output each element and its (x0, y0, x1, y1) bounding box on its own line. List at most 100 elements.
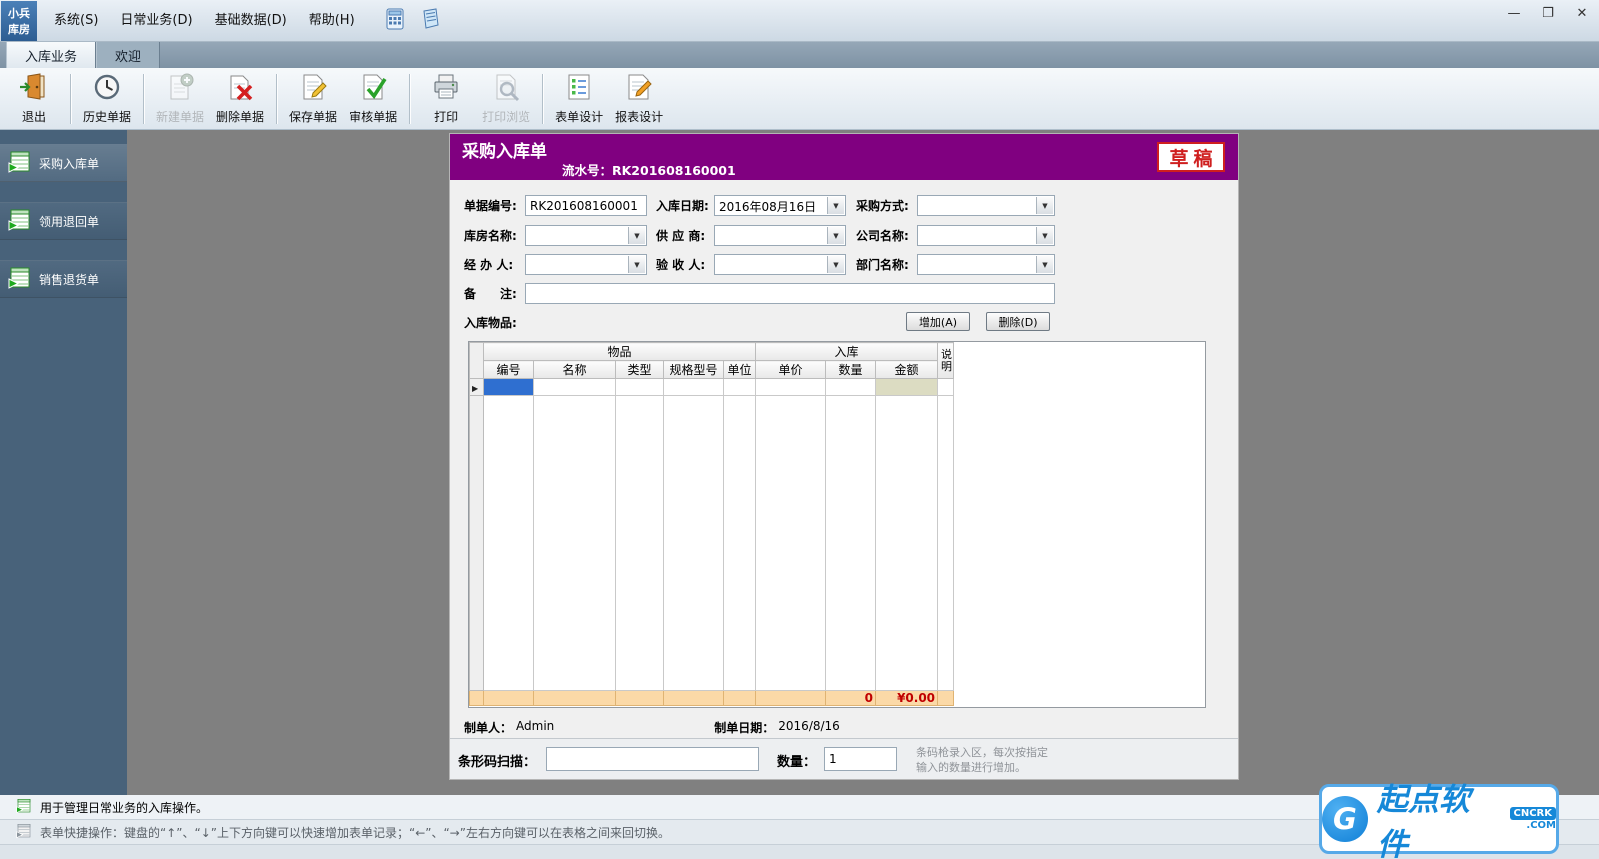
warehouse-select[interactable] (525, 225, 647, 246)
menu-item-base-data[interactable]: 基础数据(D) (204, 0, 298, 42)
chevron-down-icon[interactable] (628, 227, 645, 244)
grid-cell-qty[interactable] (826, 379, 876, 396)
purchase-method-select[interactable] (917, 195, 1055, 216)
form-design-button[interactable]: 表单设计 (549, 71, 609, 127)
cncrk-badge: CNCRK .COM (1510, 807, 1557, 831)
inbound-date-value: 2016年08月16日 (719, 198, 826, 215)
department-select[interactable] (917, 254, 1055, 275)
doc-no-label: 单据编号: (464, 197, 525, 214)
column-header-amount: 金额 (876, 361, 938, 379)
delete-doc-label: 删除单据 (216, 108, 264, 125)
grid-cell-name[interactable] (534, 379, 616, 396)
grid-cell-note[interactable] (938, 379, 954, 396)
app-logo: 小兵 库房 (1, 1, 37, 41)
delete-doc-button[interactable]: 删除单据 (210, 71, 270, 127)
items-grid: 物品 入库 说明 编号 名称 类型 规格型号 单位 单价 数量 金额 (468, 341, 1206, 708)
inbound-date-picker[interactable]: 2016年08月16日 (714, 195, 846, 216)
grid-empty-area-row (470, 396, 954, 691)
purchase-method-label: 采购方式: (856, 197, 917, 214)
grid-totals-row: 0 ¥0.00 (470, 691, 954, 706)
chevron-down-icon[interactable] (827, 197, 844, 214)
exit-button[interactable]: 退出 (4, 71, 64, 127)
chevron-down-icon[interactable] (628, 256, 645, 273)
grid-cell-code-selected[interactable] (484, 379, 534, 396)
make-date-value: 2016/8/16 (778, 719, 840, 736)
notebook-icon[interactable] (420, 8, 442, 34)
column-header-unit: 单位 (724, 361, 756, 379)
document-tab-bar: 入库业务 欢迎 (0, 42, 1599, 68)
remark-input[interactable] (525, 283, 1055, 304)
column-header-name: 名称 (534, 361, 616, 379)
new-doc-button[interactable]: 新建单据 (150, 71, 210, 127)
column-header-price: 单价 (756, 361, 826, 379)
barcode-qty-label: 数量： (777, 751, 816, 770)
maximize-button[interactable]: ❐ (1531, 0, 1565, 26)
delete-doc-icon (225, 72, 255, 105)
supplier-select[interactable] (714, 225, 846, 246)
toolbar-separator (70, 74, 71, 124)
form-title: 采购入库单 (462, 137, 547, 162)
total-amount: ¥0.00 (876, 691, 938, 706)
doc-no-input[interactable] (525, 195, 647, 216)
menu-item-help[interactable]: 帮助(H) (298, 0, 366, 42)
company-select[interactable] (917, 225, 1055, 246)
cncrk-logo-icon: G (1322, 796, 1368, 842)
menu-item-system[interactable]: 系统(S) (43, 0, 109, 42)
save-doc-label: 保存单据 (289, 108, 337, 125)
department-label: 部门名称: (856, 256, 917, 273)
chevron-down-icon[interactable] (1036, 227, 1053, 244)
app-logo-line1: 小兵 (1, 6, 37, 22)
tab-inbound-business[interactable]: 入库业务 (6, 42, 96, 68)
print-preview-label: 打印浏览 (482, 108, 530, 125)
column-header-type: 类型 (616, 361, 664, 379)
audit-doc-button[interactable]: 审核单据 (343, 71, 403, 127)
grid-cell-type[interactable] (616, 379, 664, 396)
tab-welcome[interactable]: 欢迎 (96, 42, 160, 68)
chevron-down-icon[interactable] (827, 227, 844, 244)
items-section-label: 入库物品: (464, 314, 517, 336)
barcode-qty-input[interactable] (824, 747, 897, 771)
print-button[interactable]: 打印 (416, 71, 476, 127)
handler-select[interactable] (525, 254, 647, 275)
title-bar: 小兵 库房 系统(S) 日常业务(D) 基础数据(D) 帮助(H) — ❐ ✕ (0, 0, 1599, 42)
form-design-label: 表单设计 (555, 108, 603, 125)
toolbar-separator (143, 74, 144, 124)
history-docs-button[interactable]: 历史单据 (77, 71, 137, 127)
inspector-select[interactable] (714, 254, 846, 275)
group-header-note: 说明 (938, 343, 954, 379)
make-date-label: 制单日期： (714, 719, 774, 736)
sidebar-item-label: 采购入库单 (39, 155, 99, 172)
exit-label: 退出 (22, 108, 46, 125)
row-selector-arrow-icon[interactable] (470, 379, 484, 396)
status-text-2: 表单快捷操作：键盘的“↑”、“↓”上下方向键可以快速增加表单记录；“←”、“→”… (40, 824, 670, 841)
menu-bar: 系统(S) 日常业务(D) 基础数据(D) 帮助(H) (43, 0, 366, 41)
chevron-down-icon[interactable] (1036, 197, 1053, 214)
minimize-button[interactable]: — (1497, 0, 1531, 26)
grid-cell-amount[interactable] (876, 379, 938, 396)
draft-stamp: 草稿 (1157, 142, 1225, 172)
close-button[interactable]: ✕ (1565, 0, 1599, 26)
sidebar-item-purchase-inbound[interactable]: 采购入库单 (0, 144, 127, 182)
chevron-down-icon[interactable] (1036, 256, 1053, 273)
delete-item-button[interactable]: 删除(D) (986, 312, 1050, 331)
save-doc-button[interactable]: 保存单据 (283, 71, 343, 127)
report-design-button[interactable]: 报表设计 (609, 71, 669, 127)
chevron-down-icon[interactable] (827, 256, 844, 273)
grid-cell-spec[interactable] (664, 379, 724, 396)
calculator-icon[interactable] (384, 8, 406, 34)
app-logo-line2: 库房 (1, 22, 37, 38)
grid-corner-cell (470, 343, 484, 379)
status-green-sheet-icon (16, 798, 32, 817)
barcode-input[interactable] (546, 747, 759, 771)
sidebar-item-sales-return[interactable]: 销售退货单 (0, 260, 127, 298)
handler-label: 经 办 人: (464, 256, 525, 273)
history-docs-label: 历史单据 (83, 108, 131, 125)
menu-item-daily-business[interactable]: 日常业务(D) (109, 0, 203, 42)
print-preview-button[interactable]: 打印浏览 (476, 71, 536, 127)
grid-cell-unit[interactable] (724, 379, 756, 396)
grid-cell-price[interactable] (756, 379, 826, 396)
audit-doc-label: 审核单据 (349, 108, 397, 125)
group-header-inbound: 入库 (756, 343, 938, 361)
sidebar-item-requisition-return[interactable]: 领用退回单 (0, 202, 127, 240)
add-item-button[interactable]: 增加(A) (906, 312, 970, 331)
